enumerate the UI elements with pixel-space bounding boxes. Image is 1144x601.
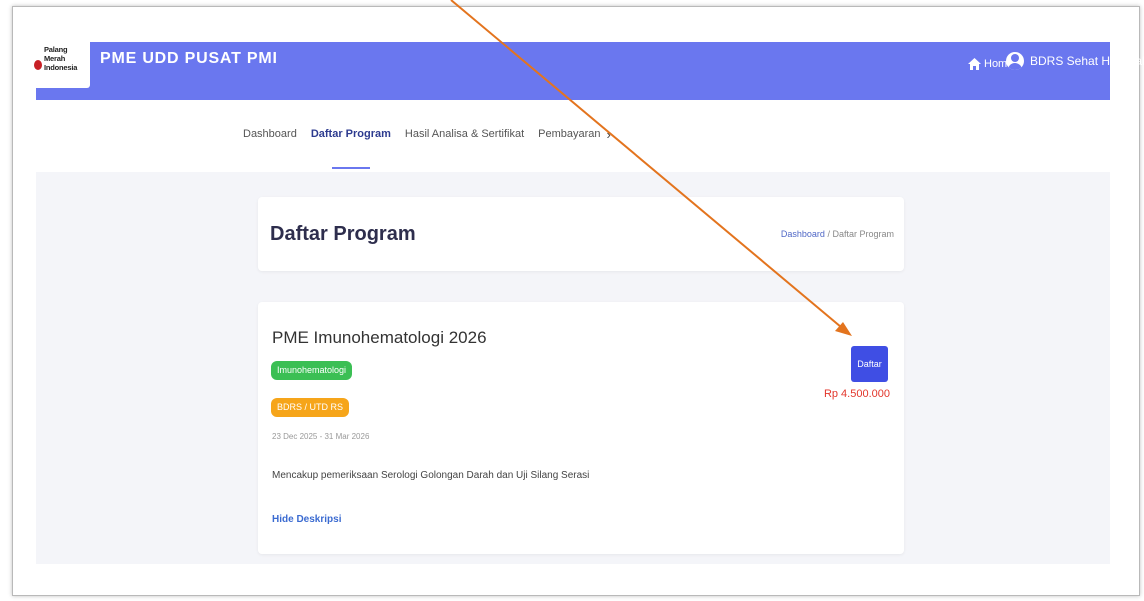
user-menu[interactable]: BDRS Sehat Hospital (1006, 52, 1144, 70)
chevron-right-icon[interactable]: › (607, 127, 611, 142)
pmi-logo[interactable]: Palang Merah Indonesia (34, 42, 90, 88)
tab-pembayaran[interactable]: Pembayaran (538, 128, 600, 143)
user-name: BDRS Sehat Hospital (1030, 54, 1144, 68)
tab-daftar-program[interactable]: Daftar Program (311, 128, 391, 169)
tab-hasil-analisa[interactable]: Hasil Analisa & Sertifikat (405, 128, 524, 143)
tab-dashboard[interactable]: Dashboard (243, 128, 297, 143)
page-title: Daftar Program (270, 223, 416, 245)
program-price: Rp 4.500.000 (823, 388, 890, 400)
breadcrumb: Dashboard / Daftar Program (781, 229, 894, 239)
program-description: Mencakup pemeriksaan Serologi Golongan D… (272, 470, 590, 481)
page-header-card: Daftar Program Dashboard / Daftar Progra… (258, 197, 904, 271)
breadcrumb-current: Daftar Program (832, 229, 894, 239)
breadcrumb-dashboard[interactable]: Dashboard (781, 229, 825, 239)
category-badge: Imunohematologi (271, 361, 353, 380)
participant-type-badge: BDRS / UTD RS (271, 398, 350, 417)
user-avatar-icon (1006, 52, 1024, 70)
hide-description-link[interactable]: Hide Deskripsi (272, 514, 341, 525)
brand-title[interactable]: PME UDD PUSAT PMI (100, 50, 278, 68)
logo-text: Palang Merah Indonesia (44, 45, 78, 72)
program-dates: 23 Dec 2025 - 31 Mar 2026 (272, 432, 370, 441)
home-icon (968, 58, 981, 70)
program-card: PME Imunohematologi 2026 Imunohematologi… (258, 302, 904, 554)
breadcrumb-separator: / (827, 229, 830, 239)
program-title: PME Imunohematologi 2026 (272, 328, 487, 347)
red-cross-icon (34, 60, 42, 70)
top-navbar: Palang Merah Indonesia PME UDD PUSAT PMI… (34, 42, 1144, 100)
daftar-button[interactable]: Daftar (851, 346, 888, 382)
main-nav: Dashboard Daftar Program Hasil Analisa &… (243, 127, 611, 169)
